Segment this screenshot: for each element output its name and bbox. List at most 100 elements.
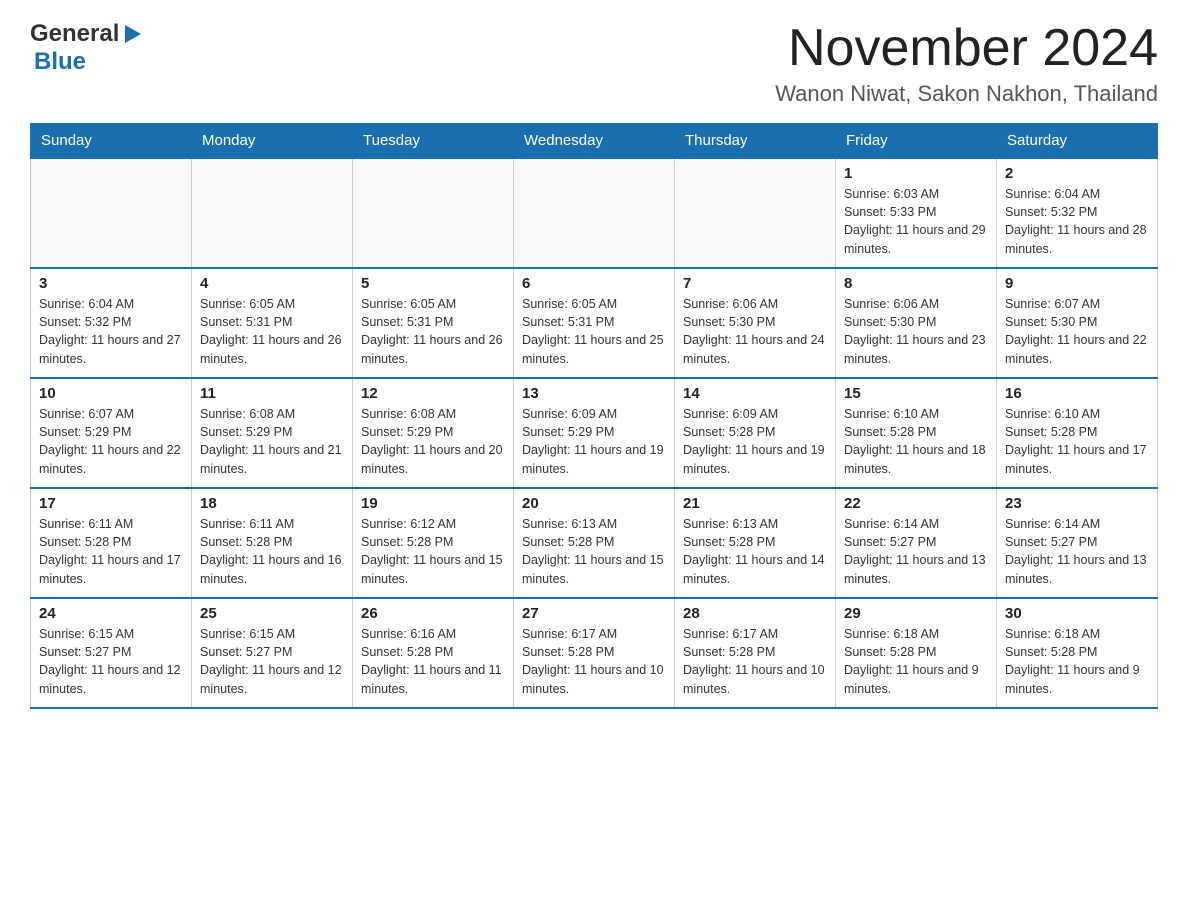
day-info: Sunrise: 6:05 AM Sunset: 5:31 PM Dayligh… — [361, 295, 505, 368]
calendar-cell: 26 Sunrise: 6:16 AM Sunset: 5:28 PM Dayli… — [353, 598, 514, 708]
header-wednesday: Wednesday — [514, 124, 675, 159]
week-row-3: 17 Sunrise: 6:11 AM Sunset: 5:28 PM Dayli… — [31, 488, 1158, 598]
calendar-cell: 6 Sunrise: 6:05 AM Sunset: 5:31 PM Daylig… — [514, 268, 675, 378]
day-number: 7 — [683, 275, 827, 292]
day-number: 17 — [39, 495, 183, 512]
day-info: Sunrise: 6:06 AM Sunset: 5:30 PM Dayligh… — [683, 295, 827, 368]
month-title: November 2024 — [775, 20, 1158, 77]
calendar-cell: 29Sunrise: 6:18 AM Sunset: 5:28 PM Dayli… — [836, 598, 997, 708]
day-info: Sunrise: 6:04 AM Sunset: 5:32 PM Dayligh… — [1005, 185, 1149, 258]
day-number: 16 — [1005, 385, 1149, 402]
day-number: 9 — [1005, 275, 1149, 292]
location-subtitle: Wanon Niwat, Sakon Nakhon, Thailand — [775, 81, 1158, 107]
week-row-1: 3 Sunrise: 6:04 AM Sunset: 5:32 PM Daylig… — [31, 268, 1158, 378]
calendar-cell: 28 Sunrise: 6:17 AM Sunset: 5:28 PM Dayli… — [675, 598, 836, 708]
day-info: Sunrise: 6:08 AM Sunset: 5:29 PM Dayligh… — [200, 405, 344, 478]
day-number: 2 — [1005, 165, 1149, 182]
day-number: 3 — [39, 275, 183, 292]
day-info: Sunrise: 6:10 AM Sunset: 5:28 PM Dayligh… — [844, 405, 988, 478]
week-row-2: 10Sunrise: 6:07 AM Sunset: 5:29 PM Dayli… — [31, 378, 1158, 488]
day-info: Sunrise: 6:04 AM Sunset: 5:32 PM Dayligh… — [39, 295, 183, 368]
calendar-cell — [31, 158, 192, 268]
header-sunday: Sunday — [31, 124, 192, 159]
header-thursday: Thursday — [675, 124, 836, 159]
logo: General Blue — [30, 20, 143, 76]
calendar-cell: 14Sunrise: 6:09 AM Sunset: 5:28 PM Dayli… — [675, 378, 836, 488]
calendar-table: SundayMondayTuesdayWednesdayThursdayFrid… — [30, 123, 1158, 709]
day-info: Sunrise: 6:11 AM Sunset: 5:28 PM Dayligh… — [200, 515, 344, 588]
day-info: Sunrise: 6:03 AM Sunset: 5:33 PM Dayligh… — [844, 185, 988, 258]
calendar-cell: 4 Sunrise: 6:05 AM Sunset: 5:31 PM Daylig… — [192, 268, 353, 378]
title-block: November 2024 Wanon Niwat, Sakon Nakhon,… — [775, 20, 1158, 107]
calendar-cell: 16 Sunrise: 6:10 AM Sunset: 5:28 PM Dayli… — [997, 378, 1158, 488]
day-number: 20 — [522, 495, 666, 512]
day-info: Sunrise: 6:14 AM Sunset: 5:27 PM Dayligh… — [844, 515, 988, 588]
logo-blue-text: Blue — [34, 48, 86, 75]
day-info: Sunrise: 6:12 AM Sunset: 5:28 PM Dayligh… — [361, 515, 505, 588]
day-number: 18 — [200, 495, 344, 512]
calendar-cell: 23Sunrise: 6:14 AM Sunset: 5:27 PM Dayli… — [997, 488, 1158, 598]
day-info: Sunrise: 6:16 AM Sunset: 5:28 PM Dayligh… — [361, 625, 505, 698]
calendar-cell: 20 Sunrise: 6:13 AM Sunset: 5:28 PM Dayli… — [514, 488, 675, 598]
day-number: 6 — [522, 275, 666, 292]
header-monday: Monday — [192, 124, 353, 159]
calendar-cell: 9Sunrise: 6:07 AM Sunset: 5:30 PM Daylig… — [997, 268, 1158, 378]
calendar-cell: 15 Sunrise: 6:10 AM Sunset: 5:28 PM Dayli… — [836, 378, 997, 488]
calendar-cell: 22Sunrise: 6:14 AM Sunset: 5:27 PM Dayli… — [836, 488, 997, 598]
calendar-cell: 18 Sunrise: 6:11 AM Sunset: 5:28 PM Dayli… — [192, 488, 353, 598]
day-info: Sunrise: 6:14 AM Sunset: 5:27 PM Dayligh… — [1005, 515, 1149, 588]
calendar-cell: 11 Sunrise: 6:08 AM Sunset: 5:29 PM Dayli… — [192, 378, 353, 488]
day-info: Sunrise: 6:15 AM Sunset: 5:27 PM Dayligh… — [200, 625, 344, 698]
day-number: 8 — [844, 275, 988, 292]
calendar-cell — [675, 158, 836, 268]
day-info: Sunrise: 6:17 AM Sunset: 5:28 PM Dayligh… — [522, 625, 666, 698]
day-info: Sunrise: 6:13 AM Sunset: 5:28 PM Dayligh… — [522, 515, 666, 588]
day-info: Sunrise: 6:05 AM Sunset: 5:31 PM Dayligh… — [522, 295, 666, 368]
day-info: Sunrise: 6:09 AM Sunset: 5:29 PM Dayligh… — [522, 405, 666, 478]
calendar-cell: 5 Sunrise: 6:05 AM Sunset: 5:31 PM Daylig… — [353, 268, 514, 378]
calendar-cell: 3 Sunrise: 6:04 AM Sunset: 5:32 PM Daylig… — [31, 268, 192, 378]
calendar-cell: 13 Sunrise: 6:09 AM Sunset: 5:29 PM Dayli… — [514, 378, 675, 488]
calendar-cell: 17 Sunrise: 6:11 AM Sunset: 5:28 PM Dayli… — [31, 488, 192, 598]
day-info: Sunrise: 6:08 AM Sunset: 5:29 PM Dayligh… — [361, 405, 505, 478]
day-number: 13 — [522, 385, 666, 402]
day-number: 30 — [1005, 605, 1149, 622]
header-friday: Friday — [836, 124, 997, 159]
day-info: Sunrise: 6:15 AM Sunset: 5:27 PM Dayligh… — [39, 625, 183, 698]
day-info: Sunrise: 6:17 AM Sunset: 5:28 PM Dayligh… — [683, 625, 827, 698]
header-saturday: Saturday — [997, 124, 1158, 159]
day-info: Sunrise: 6:11 AM Sunset: 5:28 PM Dayligh… — [39, 515, 183, 588]
day-number: 14 — [683, 385, 827, 402]
day-info: Sunrise: 6:05 AM Sunset: 5:31 PM Dayligh… — [200, 295, 344, 368]
calendar-cell: 8 Sunrise: 6:06 AM Sunset: 5:30 PM Daylig… — [836, 268, 997, 378]
calendar-cell: 27Sunrise: 6:17 AM Sunset: 5:28 PM Dayli… — [514, 598, 675, 708]
day-number: 19 — [361, 495, 505, 512]
page-header: General Blue November 2024 Wanon Niwat, … — [30, 20, 1158, 107]
day-number: 21 — [683, 495, 827, 512]
calendar-header-row: SundayMondayTuesdayWednesdayThursdayFrid… — [31, 124, 1158, 159]
day-info: Sunrise: 6:10 AM Sunset: 5:28 PM Dayligh… — [1005, 405, 1149, 478]
calendar-cell — [353, 158, 514, 268]
day-info: Sunrise: 6:06 AM Sunset: 5:30 PM Dayligh… — [844, 295, 988, 368]
calendar-cell: 7 Sunrise: 6:06 AM Sunset: 5:30 PM Daylig… — [675, 268, 836, 378]
day-info: Sunrise: 6:18 AM Sunset: 5:28 PM Dayligh… — [844, 625, 988, 698]
calendar-cell: 1 Sunrise: 6:03 AM Sunset: 5:33 PM Daylig… — [836, 158, 997, 268]
calendar-cell: 2 Sunrise: 6:04 AM Sunset: 5:32 PM Daylig… — [997, 158, 1158, 268]
day-number: 25 — [200, 605, 344, 622]
calendar-cell — [514, 158, 675, 268]
logo-triangle-icon — [123, 23, 143, 45]
week-row-4: 24 Sunrise: 6:15 AM Sunset: 5:27 PM Dayli… — [31, 598, 1158, 708]
calendar-cell: 25 Sunrise: 6:15 AM Sunset: 5:27 PM Dayli… — [192, 598, 353, 708]
day-number: 5 — [361, 275, 505, 292]
day-info: Sunrise: 6:13 AM Sunset: 5:28 PM Dayligh… — [683, 515, 827, 588]
day-number: 11 — [200, 385, 344, 402]
calendar-cell: 21 Sunrise: 6:13 AM Sunset: 5:28 PM Dayli… — [675, 488, 836, 598]
day-info: Sunrise: 6:18 AM Sunset: 5:28 PM Dayligh… — [1005, 625, 1149, 698]
day-number: 15 — [844, 385, 988, 402]
day-number: 1 — [844, 165, 988, 182]
day-number: 28 — [683, 605, 827, 622]
day-number: 26 — [361, 605, 505, 622]
day-number: 4 — [200, 275, 344, 292]
calendar-cell — [192, 158, 353, 268]
day-number: 24 — [39, 605, 183, 622]
